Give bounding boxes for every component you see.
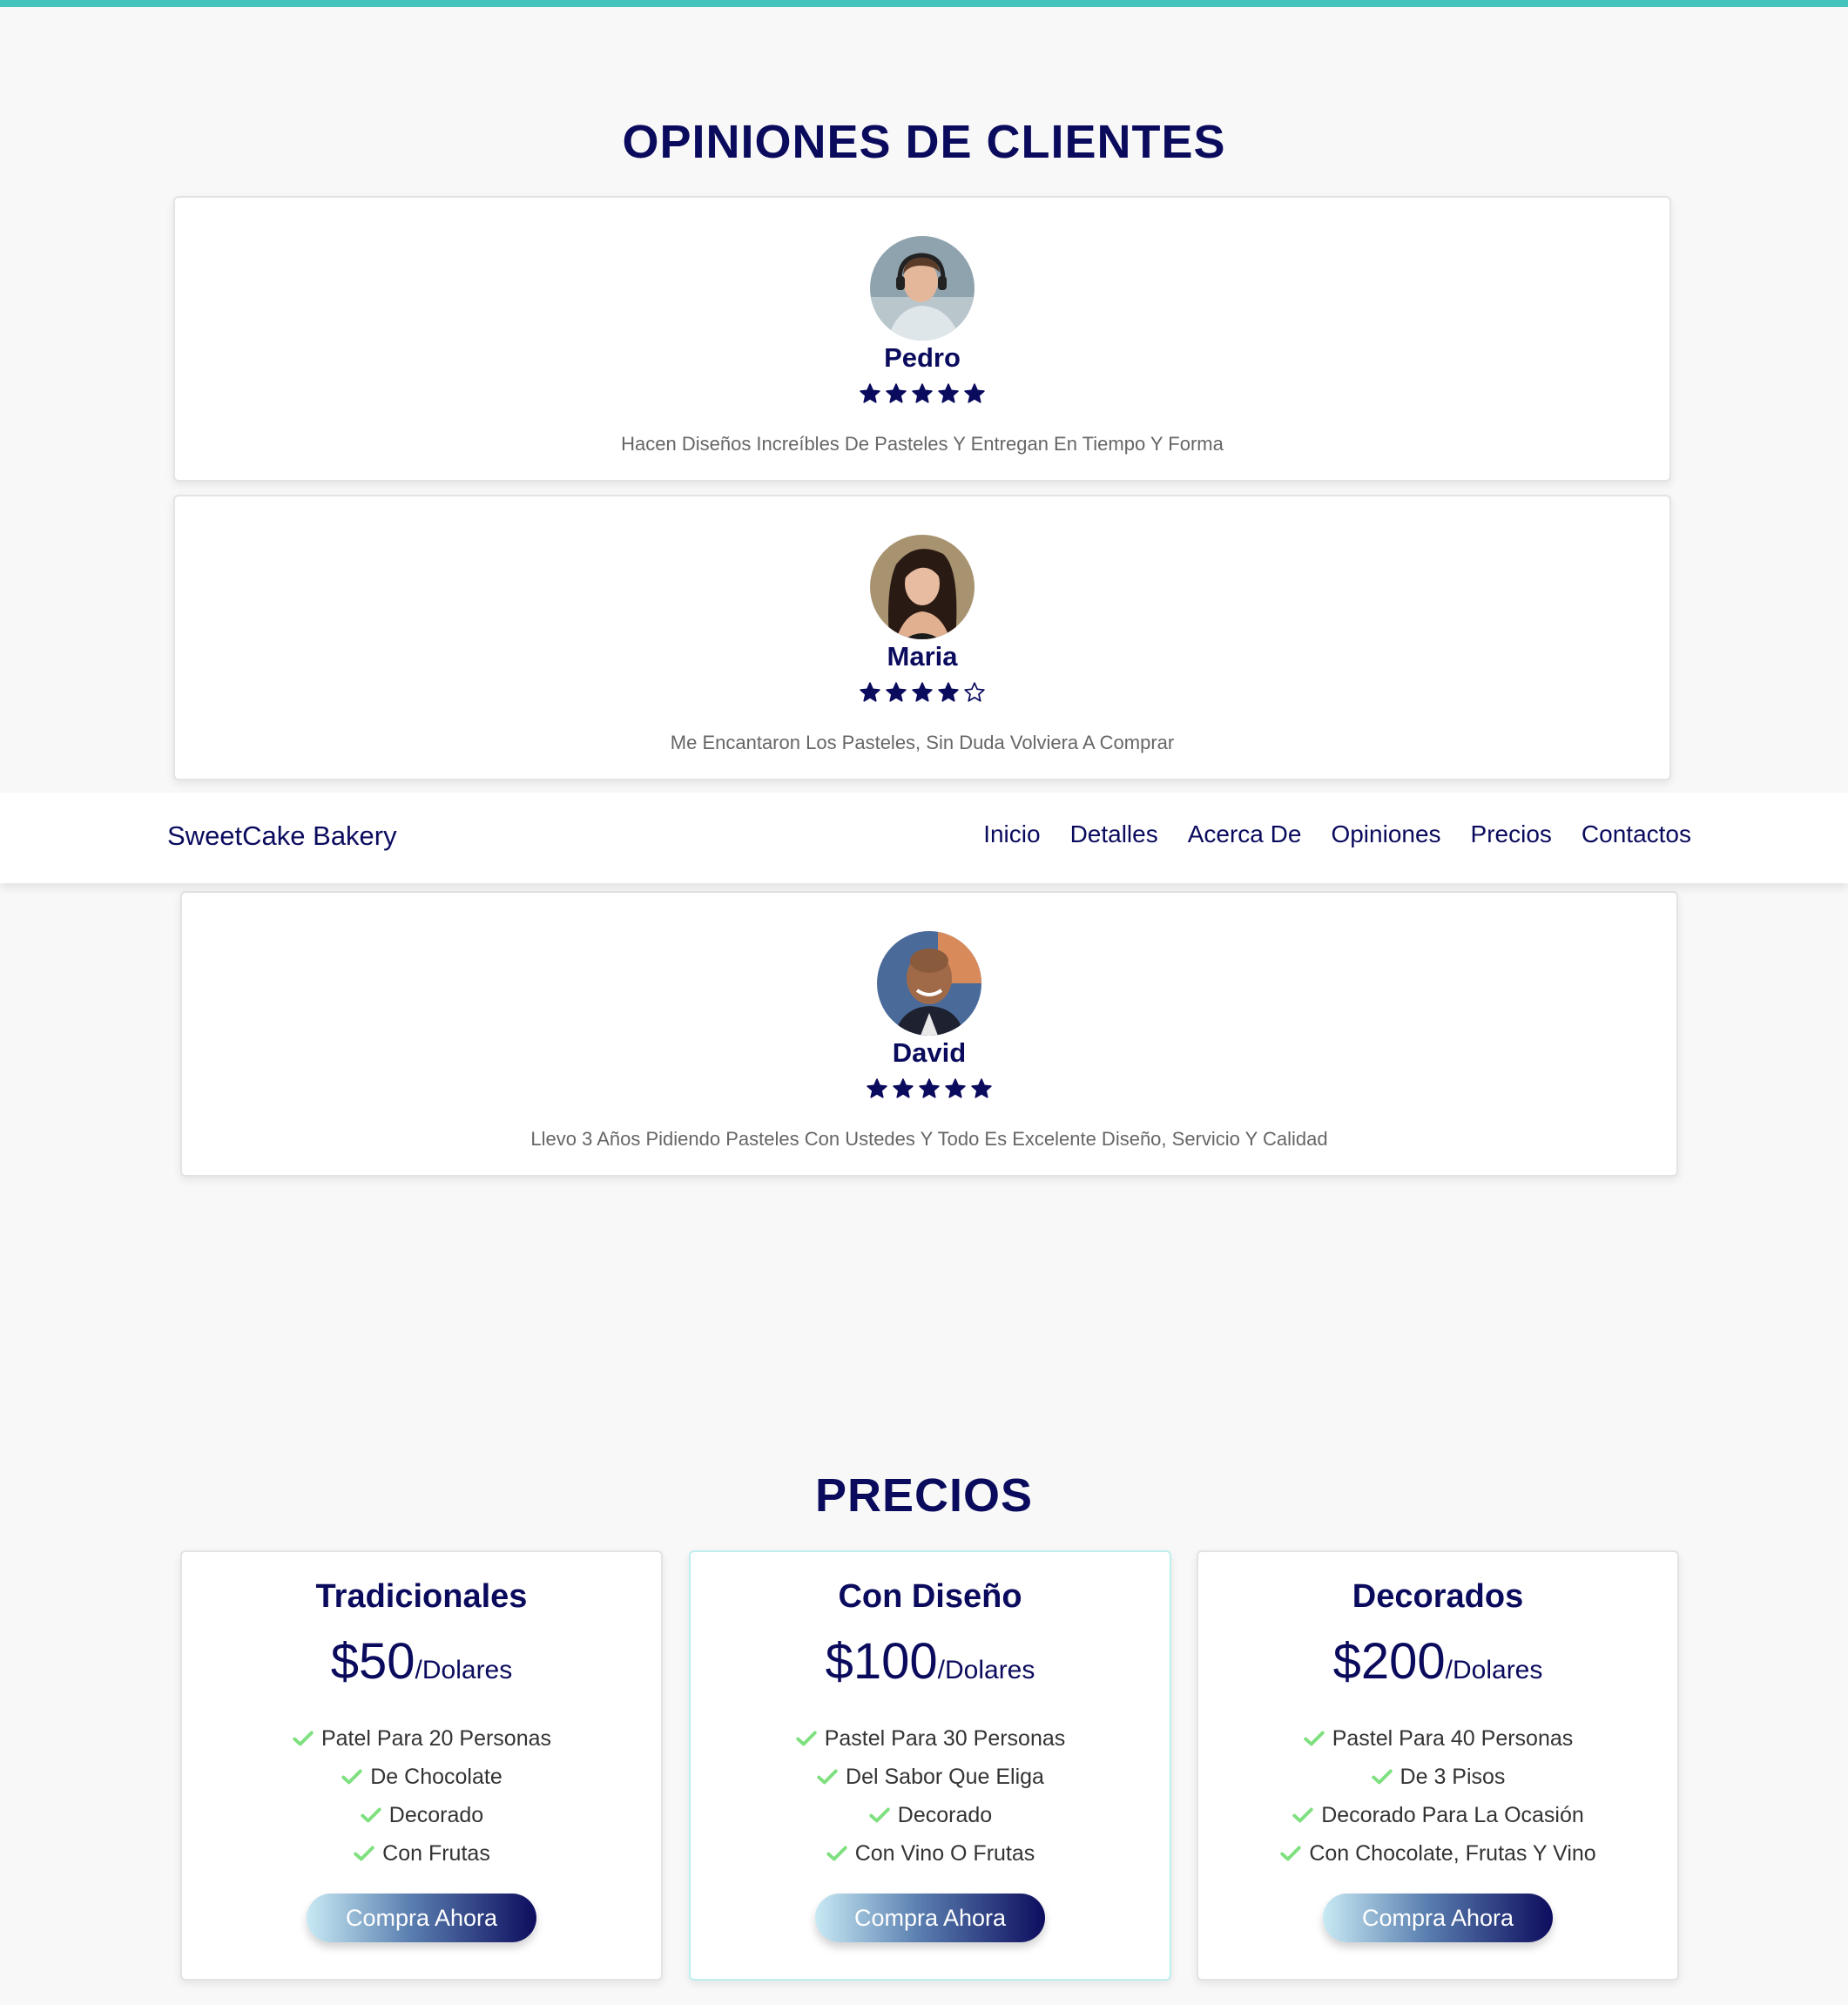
check-icon: [354, 1846, 374, 1861]
feature-item: Patel Para 20 Personas: [182, 1719, 661, 1758]
plan-name: Decorados: [1352, 1578, 1524, 1615]
star-icon: [860, 383, 880, 403]
check-icon: [826, 1846, 847, 1861]
nav-link-precios[interactable]: Precios: [1471, 820, 1552, 848]
feature-label: De 3 Pisos: [1399, 1765, 1506, 1789]
feature-label: Con Frutas: [382, 1841, 490, 1866]
feature-item: Con Vino O Frutas: [691, 1834, 1170, 1873]
check-icon: [869, 1807, 890, 1823]
feature-item: Con Chocolate, Frutas Y Vino: [1198, 1834, 1677, 1873]
feature-item: De Chocolate: [182, 1758, 661, 1796]
star-icon: [912, 383, 933, 403]
star-icon: [971, 1078, 992, 1098]
price-unit: /Dolares: [1445, 1656, 1543, 1684]
nav-link-opiniones[interactable]: Opiniones: [1331, 820, 1440, 848]
star-icon: [886, 682, 907, 702]
navbar: SweetCake Bakery Inicio Detalles Acerca …: [0, 793, 1848, 883]
pricing-card-featured: Con Diseño $100/Dolares Pastel Para 30 P…: [689, 1550, 1171, 1981]
reviews-title: OPINIONES DE CLIENTES: [622, 116, 1226, 168]
nav-links: Inicio Detalles Acerca De Opiniones Prec…: [983, 820, 1691, 848]
check-icon: [1280, 1846, 1302, 1861]
review-card: Maria Me Encantaron Los Pasteles, Sin Du…: [173, 495, 1671, 780]
feature-label: Patel Para 20 Personas: [320, 1726, 552, 1751]
nav-link-acerca-de[interactable]: Acerca De: [1188, 820, 1302, 848]
buy-now-button[interactable]: Compra Ahora: [307, 1894, 536, 1942]
price-unit: /Dolares: [937, 1656, 1035, 1684]
feature-label: Del Sabor Que Eliga: [846, 1765, 1044, 1789]
star-icon: [860, 682, 880, 702]
top-accent-bar: [0, 0, 1848, 7]
feature-item: Decorado: [182, 1796, 661, 1834]
plan-price: $100/Dolares: [691, 1632, 1170, 1691]
reviewer-name: David: [892, 1037, 967, 1068]
rating-stars: [866, 1077, 993, 1100]
check-icon: [817, 1769, 838, 1785]
star-icon: [867, 1078, 887, 1098]
feature-label: Decorado Para La Ocasión: [1321, 1803, 1584, 1827]
feature-item: Decorado Para La Ocasión: [1198, 1796, 1677, 1834]
feature-label: Con Vino O Frutas: [854, 1841, 1035, 1866]
review-card: David Llevo 3 Años Pidiendo Pasteles Con…: [180, 891, 1678, 1177]
brand-logo-text[interactable]: SweetCake Bakery: [167, 820, 397, 852]
avatar: [877, 931, 981, 1036]
review-text: Hacen Diseños Increíbles De Pasteles Y E…: [621, 433, 1224, 455]
feature-label: Con Chocolate, Frutas Y Vino: [1309, 1841, 1596, 1866]
feature-list: Pastel Para 30 Personas Del Sabor Que Eli…: [691, 1719, 1170, 1873]
star-icon: [886, 383, 907, 403]
review-text: Me Encantaron Los Pasteles, Sin Duda Vol…: [670, 732, 1175, 753]
feature-item: De 3 Pisos: [1198, 1758, 1677, 1796]
avatar: [870, 535, 975, 639]
feature-list: Patel Para 20 Personas De Chocolate Decora…: [182, 1719, 661, 1873]
plan-name: Con Diseño: [838, 1578, 1022, 1615]
feature-label: Pastel Para 30 Personas: [824, 1726, 1066, 1751]
price-amount: $200: [1332, 1633, 1446, 1690]
price-amount: $50: [330, 1633, 415, 1690]
plan-price: $50/Dolares: [182, 1632, 661, 1691]
star-outline-icon: [964, 682, 985, 702]
reviewer-name: Maria: [887, 641, 958, 672]
feature-item: Decorado: [691, 1796, 1170, 1834]
nav-link-inicio[interactable]: Inicio: [983, 820, 1040, 848]
price-amount: $100: [825, 1633, 938, 1690]
star-icon: [964, 383, 985, 403]
review-card: Pedro Hacen Diseños Increíbles De Pastel…: [173, 196, 1671, 482]
buy-now-button[interactable]: Compra Ahora: [1323, 1894, 1553, 1942]
check-icon: [796, 1731, 817, 1746]
pricing-card: Tradicionales $50/Dolares Patel Para 20 …: [180, 1550, 663, 1981]
plan-name: Tradicionales: [315, 1578, 528, 1615]
check-icon: [293, 1731, 314, 1746]
pricing-card: Decorados $200/Dolares Pastel Para 40 Pe…: [1197, 1550, 1679, 1981]
check-icon: [361, 1807, 381, 1823]
pricing-title: PRECIOS: [814, 1469, 1034, 1522]
star-icon: [945, 1078, 966, 1098]
feature-label: De Chocolate: [370, 1765, 502, 1789]
feature-label: Decorado: [388, 1803, 484, 1827]
star-icon: [938, 682, 959, 702]
feature-item: Con Frutas: [182, 1834, 661, 1873]
feature-item: Pastel Para 30 Personas: [691, 1719, 1170, 1758]
feature-label: Decorado: [897, 1803, 993, 1827]
review-text: Llevo 3 Años Pidiendo Pasteles Con Usted…: [530, 1128, 1328, 1150]
nav-link-detalles[interactable]: Detalles: [1070, 820, 1158, 848]
avatar: [870, 236, 975, 341]
star-icon: [919, 1078, 940, 1098]
nav-link-contactos[interactable]: Contactos: [1582, 820, 1691, 848]
check-icon: [1304, 1731, 1325, 1746]
check-icon: [341, 1769, 362, 1785]
star-icon: [893, 1078, 914, 1098]
feature-item: Pastel Para 40 Personas: [1198, 1719, 1677, 1758]
reviewer-name: Pedro: [884, 342, 961, 373]
price-unit: /Dolares: [415, 1656, 513, 1684]
star-icon: [938, 383, 959, 403]
feature-label: Pastel Para 40 Personas: [1332, 1726, 1574, 1751]
rating-stars: [859, 382, 986, 405]
check-icon: [1371, 1769, 1393, 1785]
check-icon: [1292, 1807, 1313, 1823]
feature-list: Pastel Para 40 Personas De 3 Pisos Decorad…: [1198, 1719, 1677, 1873]
plan-price: $200/Dolares: [1198, 1632, 1677, 1691]
star-icon: [912, 682, 933, 702]
feature-item: Del Sabor Que Eliga: [691, 1758, 1170, 1796]
buy-now-button[interactable]: Compra Ahora: [815, 1894, 1045, 1942]
rating-stars: [859, 681, 986, 704]
